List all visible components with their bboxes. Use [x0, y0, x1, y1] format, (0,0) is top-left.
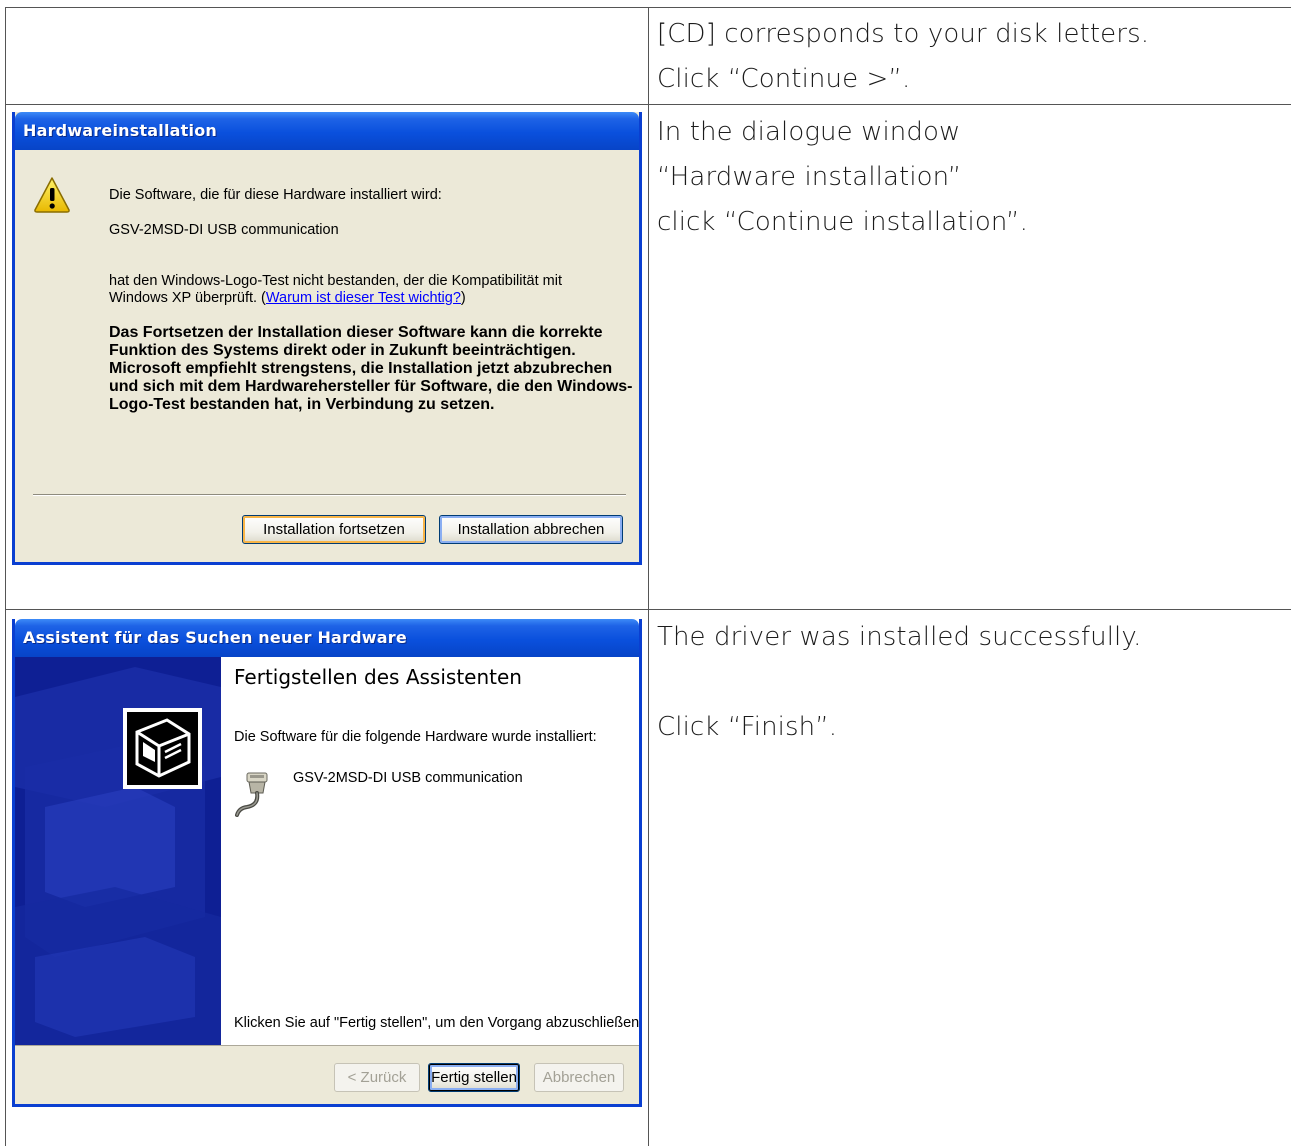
- wizard-titlebar[interactable]: Assistent für das Suchen neuer Hardware: [15, 619, 639, 657]
- row2-line1: In the dialogue window: [657, 117, 961, 147]
- wizard-title: Assistent für das Suchen neuer Hardware: [23, 628, 407, 647]
- warning-bold-text: Das Fortsetzen der Installation dieser S…: [109, 324, 633, 413]
- wizard-cancel-button[interactable]: Abbrechen: [534, 1063, 624, 1092]
- wizard-side-banner: [15, 657, 221, 1045]
- row2-line3: click “Continue installation”.: [657, 207, 1028, 237]
- logo-test-link[interactable]: Warum ist dieser Test wichtig?: [266, 290, 461, 306]
- installed-text: Die Software für die folgende Hardware w…: [234, 729, 597, 745]
- row2-line2: “Hardware installation”: [657, 162, 962, 192]
- continue-installation-button[interactable]: Installation fortsetzen: [242, 515, 426, 544]
- device-name: GSV-2MSD-DI USB communication: [109, 222, 339, 238]
- row3-line2: [657, 660, 1142, 705]
- row1-line1: [CD] corresponds to your disk letters.: [657, 19, 1150, 49]
- finish-hint-text: Klicken Sie auf "Fertig stellen", um den…: [234, 1015, 642, 1031]
- dialog-titlebar[interactable]: Hardwareinstallation: [15, 112, 639, 150]
- found-new-hardware-wizard: Assistent für das Suchen neuer Hardware …: [12, 619, 642, 1107]
- warning-icon: [34, 177, 70, 213]
- software-intro-text: Die Software, die für diese Hardware ins…: [109, 187, 442, 203]
- row1-description: [CD] corresponds to your disk letters. C…: [657, 12, 1149, 102]
- wizard-button-bar: < Zurück Fertig stellen Abbrechen: [15, 1045, 639, 1104]
- row3-description: The driver was installed successfully. C…: [657, 615, 1142, 750]
- logo-test-suffix: ): [460, 290, 466, 306]
- wizard-heading: Fertigstellen des Assistenten: [234, 665, 522, 689]
- table-border-left: [5, 7, 6, 1146]
- logo-test-text: hat den Windows-Logo-Test nicht bestande…: [109, 273, 562, 307]
- wizard-device-name: GSV-2MSD-DI USB communication: [293, 770, 523, 786]
- row1-line2: Click “Continue >”.: [657, 64, 911, 94]
- logo-test-line2: Windows XP überprüft. (Warum ist dieser …: [109, 290, 562, 307]
- hardware-wizard-icon: [123, 708, 202, 789]
- button-separator-highlight: [33, 495, 626, 496]
- finish-button[interactable]: Fertig stellen: [428, 1063, 520, 1092]
- row3-line3: Click “Finish”.: [657, 712, 838, 742]
- row3-line1: The driver was installed successfully.: [657, 622, 1142, 652]
- logo-test-line1: hat den Windows-Logo-Test nicht bestande…: [109, 273, 562, 289]
- hardware-installation-dialog: Hardwareinstallation Die Software, die f…: [12, 112, 642, 565]
- back-button[interactable]: < Zurück: [334, 1063, 420, 1092]
- logo-test-prefix: Windows XP überprüft. (: [109, 290, 266, 306]
- table-column-divider: [648, 7, 649, 1146]
- dialog-title: Hardwareinstallation: [23, 121, 217, 140]
- row2-description: In the dialogue window “Hardware install…: [657, 110, 1028, 245]
- usb-device-icon: [235, 772, 268, 817]
- cancel-installation-button[interactable]: Installation abbrechen: [439, 515, 623, 544]
